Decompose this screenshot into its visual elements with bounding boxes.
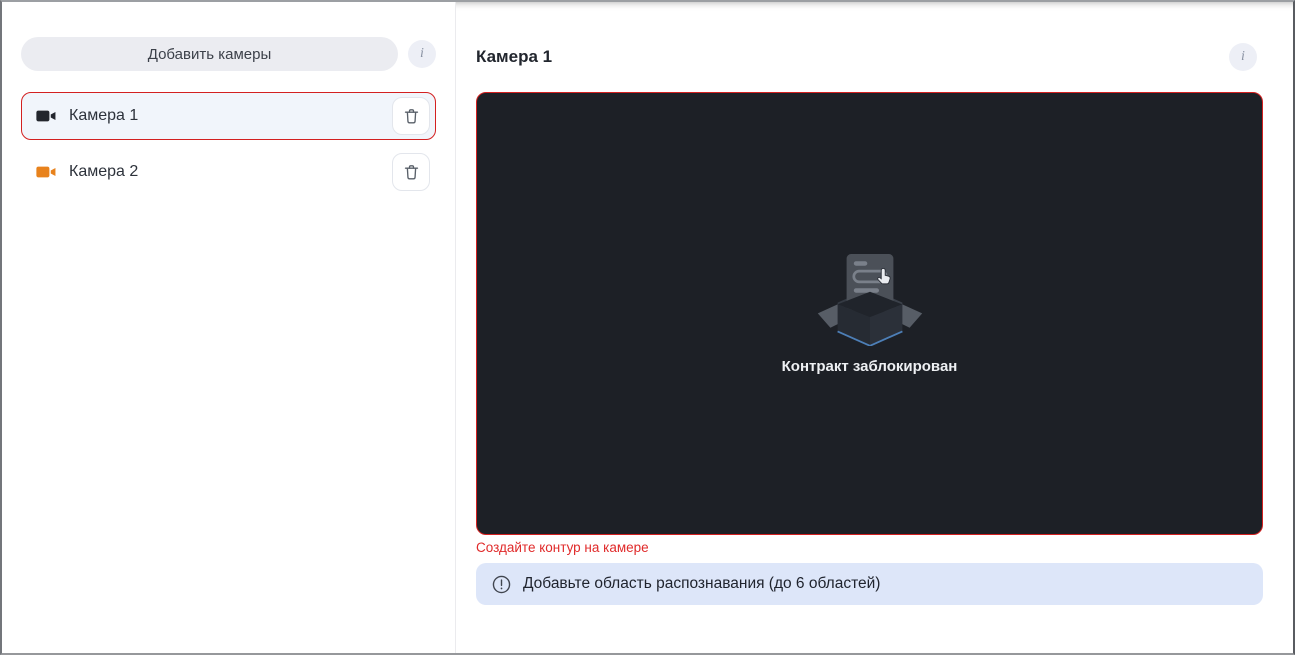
camera-name-label: Камера 1 [69,107,139,124]
camera-list-item-2[interactable]: Камера 2 [21,148,436,196]
page-title: Камера 1 [476,47,553,66]
hint-banner-text: Добавьте область распознавания (до 6 обл… [523,575,881,592]
hint-banner: Добавьте область распознавания (до 6 обл… [476,563,1263,605]
camera-detail-panel: Камера 1 i Контракт заблокирован Создайт… [456,2,1293,653]
video-camera-icon [35,161,57,183]
trash-icon [402,163,421,182]
delete-camera-button[interactable] [392,153,430,191]
camera-sidebar: Добавить камеры i Камера 1 Камера 2 [2,2,456,653]
empty-box-icon [816,252,924,346]
camera-preview-canvas[interactable]: Контракт заблокирован [476,92,1263,535]
empty-state-message: Контракт заблокирован [781,358,958,375]
validation-error-text: Создайте контур на камере [476,540,649,555]
detail-info-button[interactable]: i [1229,43,1257,71]
video-camera-icon [35,105,57,127]
alert-circle-icon [491,574,512,595]
camera-detail-header: Камера 1 i [476,42,1263,72]
camera-name-label: Камера 2 [69,163,139,180]
add-cameras-button[interactable]: Добавить камеры [21,37,398,71]
sidebar-toolbar: Добавить камеры i [21,37,436,71]
delete-camera-button[interactable] [392,97,430,135]
camera-setup-window: Добавить камеры i Камера 1 Камера 2 Каме… [0,0,1295,655]
trash-icon [402,107,421,126]
camera-list-item-1[interactable]: Камера 1 [21,92,436,140]
sidebar-info-button[interactable]: i [408,40,436,68]
